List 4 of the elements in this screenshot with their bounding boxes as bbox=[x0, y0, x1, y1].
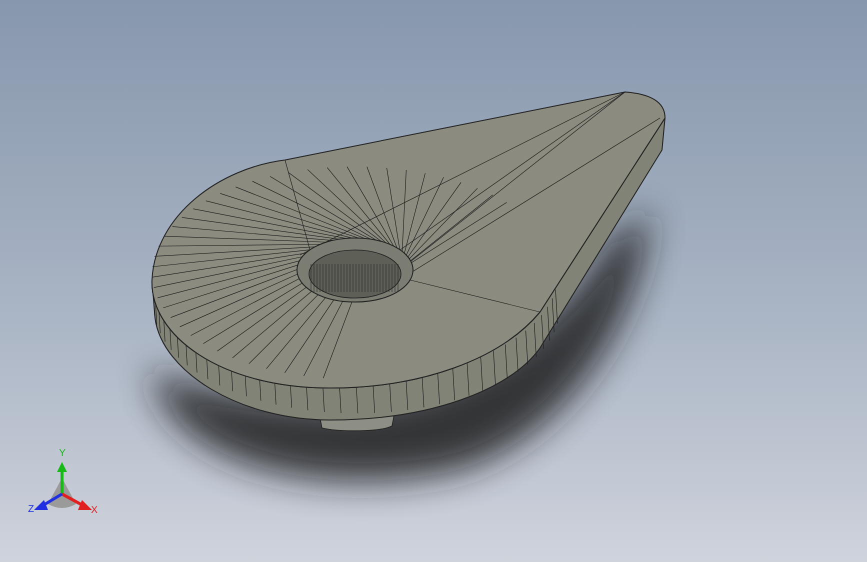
y-axis-label: Y bbox=[59, 449, 66, 459]
z-axis-label: Z bbox=[28, 505, 34, 515]
x-axis-label: X bbox=[91, 506, 98, 516]
axis-triad-icon bbox=[34, 462, 92, 510]
